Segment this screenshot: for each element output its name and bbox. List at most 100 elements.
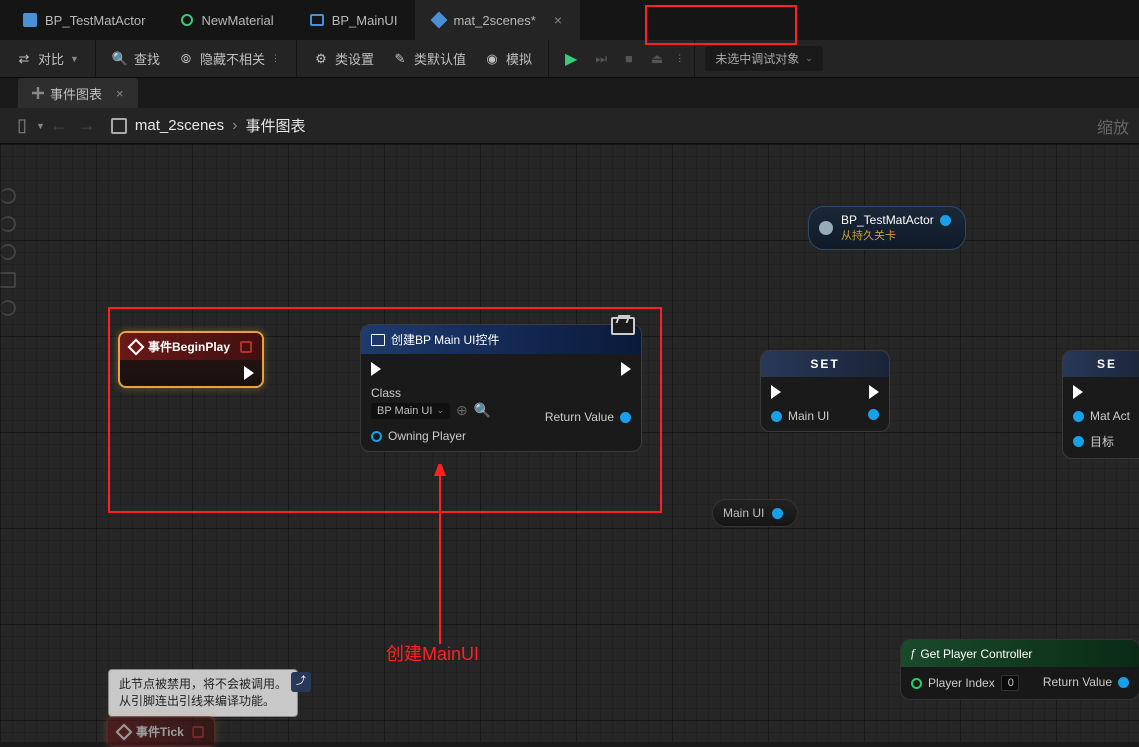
graph-icon: [32, 87, 44, 99]
matactor-pin[interactable]: Mat Act: [1073, 409, 1130, 423]
stub-icon: [0, 300, 16, 316]
left-side-stubs: [0, 188, 16, 316]
disabled-node-tooltip: 此节点被禁用，将不会被调用。 从引脚连出引线来编译功能。 ⤴: [108, 669, 298, 717]
tab-label: BP_MainUI: [332, 13, 398, 28]
tab-bp-mainui[interactable]: BP_MainUI: [292, 0, 416, 40]
tab-newmaterial[interactable]: NewMaterial: [163, 0, 291, 40]
pin-icon[interactable]: [940, 215, 951, 226]
stub-icon: [0, 188, 16, 204]
stub-icon: [0, 272, 16, 288]
tooltip-line: 从引脚连出引线来编译功能。: [119, 693, 287, 710]
event-icon: [116, 723, 133, 740]
node-event-tick[interactable]: 事件Tick: [106, 716, 216, 747]
pin-label: 目标: [1090, 433, 1114, 450]
bookmark-button[interactable]: ▯: [10, 114, 34, 138]
var-label: BP_TestMatActor: [841, 213, 934, 227]
node-set-mainui[interactable]: SET Main UI: [760, 350, 890, 432]
breadcrumb-asset[interactable]: mat_2scenes: [135, 117, 224, 134]
compare-icon: ⇄: [16, 51, 32, 67]
eject-button[interactable]: ⏏: [645, 47, 669, 71]
level-icon: [431, 12, 448, 29]
add-icon[interactable]: ⊕: [456, 402, 468, 419]
gear-icon: ⚙: [313, 51, 329, 67]
tooltip-line: 此节点被禁用，将不会被调用。: [119, 676, 287, 693]
nav-back-button[interactable]: ←: [47, 114, 71, 138]
play-button[interactable]: ▶: [559, 45, 583, 73]
func-icon: [371, 334, 385, 346]
actor-icon: [819, 221, 833, 235]
player-index-pin[interactable]: Player Index 0: [911, 675, 1019, 691]
search-label: 查找: [134, 49, 160, 68]
owning-player-pin[interactable]: Owning Player: [371, 429, 491, 443]
simulate-button[interactable]: ◉ 模拟: [478, 45, 538, 72]
play-options-icon[interactable]: ⋮: [675, 53, 684, 64]
debug-target-dropdown[interactable]: 未选中调试对象 ⌄: [705, 46, 823, 71]
close-icon[interactable]: ×: [116, 86, 124, 101]
chevron-down-icon: ⋮: [271, 53, 280, 64]
breadcrumb-graph[interactable]: 事件图表: [245, 115, 305, 136]
var-label: Main UI: [723, 506, 764, 520]
int-input[interactable]: 0: [1001, 675, 1019, 691]
wires: [0, 144, 300, 294]
stop-button[interactable]: ■: [619, 47, 639, 70]
mainui-out-pin[interactable]: [868, 409, 879, 420]
node-set-matactor[interactable]: SE Mat Act 目标: [1062, 350, 1139, 459]
annotation-label: 创建MainUI: [386, 640, 479, 666]
class-settings-button[interactable]: ⚙ 类设置: [307, 45, 380, 72]
pin-icon[interactable]: [772, 508, 783, 519]
search-button[interactable]: 🔍 查找: [106, 45, 166, 72]
compare-button[interactable]: ⇄ 对比 ▼: [10, 45, 85, 72]
node-title: 事件Tick: [136, 723, 184, 740]
breakpoint-icon[interactable]: [240, 341, 252, 353]
node-event-beginplay[interactable]: 事件BeginPlay: [118, 331, 264, 388]
tab-mat-2scenes[interactable]: mat_2scenes* ×: [415, 0, 580, 40]
hide-label: 隐藏不相关: [200, 49, 265, 68]
node-header: SET: [761, 351, 889, 377]
node-create-widget[interactable]: 创建BP Main UI控件 Class BP Main UI ⌄ ⊕ 🔍: [360, 324, 642, 452]
browse-icon[interactable]: 🔍: [474, 402, 491, 419]
pin-label: Main UI: [788, 409, 829, 423]
chevron-down-icon[interactable]: ▼: [36, 121, 45, 131]
chevron-down-icon: ▼: [70, 54, 79, 64]
node-var-mainui[interactable]: Main UI: [712, 499, 798, 527]
pin-label: Owning Player: [388, 429, 466, 443]
class-dropdown[interactable]: BP Main UI ⌄: [371, 403, 450, 419]
exec-in-pin[interactable]: [1073, 385, 1130, 399]
reroute-icon: ⤴: [291, 672, 311, 692]
class-defaults-button[interactable]: ✎ 类默认值: [386, 45, 472, 72]
nav-forward-button[interactable]: →: [75, 114, 99, 138]
close-icon[interactable]: ×: [554, 12, 562, 28]
tab-label: mat_2scenes*: [453, 13, 535, 28]
class-pin-group: Class BP Main UI ⌄ ⊕ 🔍: [371, 386, 491, 419]
tab-event-graph[interactable]: 事件图表 ×: [18, 78, 138, 108]
node-get-player-controller[interactable]: f Get Player Controller Player Index 0 R…: [900, 639, 1139, 700]
node-title: SET: [810, 357, 839, 371]
tab-label: NewMaterial: [201, 13, 273, 28]
return-value-pin[interactable]: Return Value: [545, 410, 631, 424]
pin-label: Return Value: [545, 410, 614, 424]
target-pin[interactable]: 目标: [1073, 433, 1130, 450]
pin-icon: [371, 431, 382, 442]
node-title: Get Player Controller: [920, 647, 1032, 661]
class-value: BP Main UI: [377, 405, 432, 417]
graph-canvas[interactable]: 事件BeginPlay 创建BP Main UI控件 Class BP Main…: [0, 144, 1139, 742]
node-header: f Get Player Controller: [901, 640, 1139, 667]
pin-icon: [911, 678, 922, 689]
zoom-label: 缩放: [1097, 114, 1129, 138]
breakpoint-icon[interactable]: [192, 726, 204, 738]
node-var-testmatactor[interactable]: BP_TestMatActor 从持久关卡: [808, 206, 966, 250]
mainui-in-pin[interactable]: Main UI: [771, 409, 829, 423]
exec-out-pin[interactable]: [244, 366, 254, 380]
return-value-pin[interactable]: Return Value: [1043, 675, 1129, 689]
exec-in-pin[interactable]: [771, 385, 829, 399]
exec-in-pin[interactable]: [371, 362, 491, 376]
tab-bp-testmatactor[interactable]: BP_TestMatActor: [5, 0, 163, 40]
pin-label: Mat Act: [1090, 409, 1130, 423]
exec-out-pin[interactable]: [869, 385, 879, 399]
hide-unrelated-button[interactable]: ⦾ 隐藏不相关 ⋮: [172, 45, 286, 72]
step-button[interactable]: ⏭: [589, 47, 613, 71]
var-sublabel: 从持久关卡: [841, 227, 951, 243]
exec-out-pin[interactable]: [621, 362, 631, 376]
chevron-right-icon: ›: [232, 117, 237, 135]
pin-icon: [620, 412, 631, 423]
